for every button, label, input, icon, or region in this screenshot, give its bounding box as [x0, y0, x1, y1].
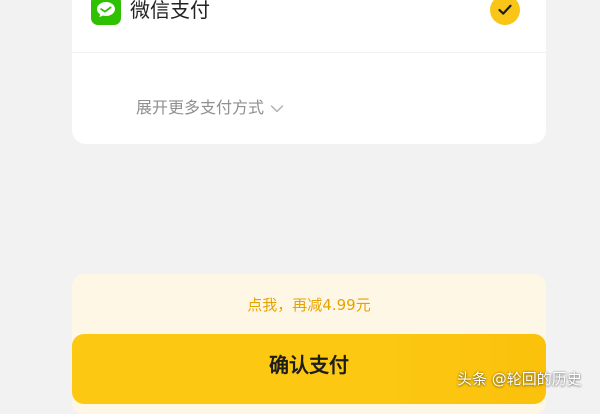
- chevron-down-icon: [270, 99, 284, 118]
- expand-more-label: 展开更多支付方式: [136, 98, 265, 117]
- wechat-pay-label: 微信支付: [130, 0, 210, 22]
- wechat-pay-icon: [91, 0, 121, 25]
- check-icon[interactable]: [490, 0, 520, 25]
- payment-method-card: 微信支付 展开更多支付方式: [72, 0, 546, 144]
- wechat-pay-option[interactable]: 微信支付: [72, 0, 546, 53]
- discount-text[interactable]: 点我，再减4.99元: [72, 295, 546, 315]
- watermark: 头条 @轮回的历史: [457, 370, 582, 388]
- confirm-payment-label: 确认支付: [269, 353, 349, 377]
- expand-more-payment-methods[interactable]: 展开更多支付方式: [136, 97, 284, 119]
